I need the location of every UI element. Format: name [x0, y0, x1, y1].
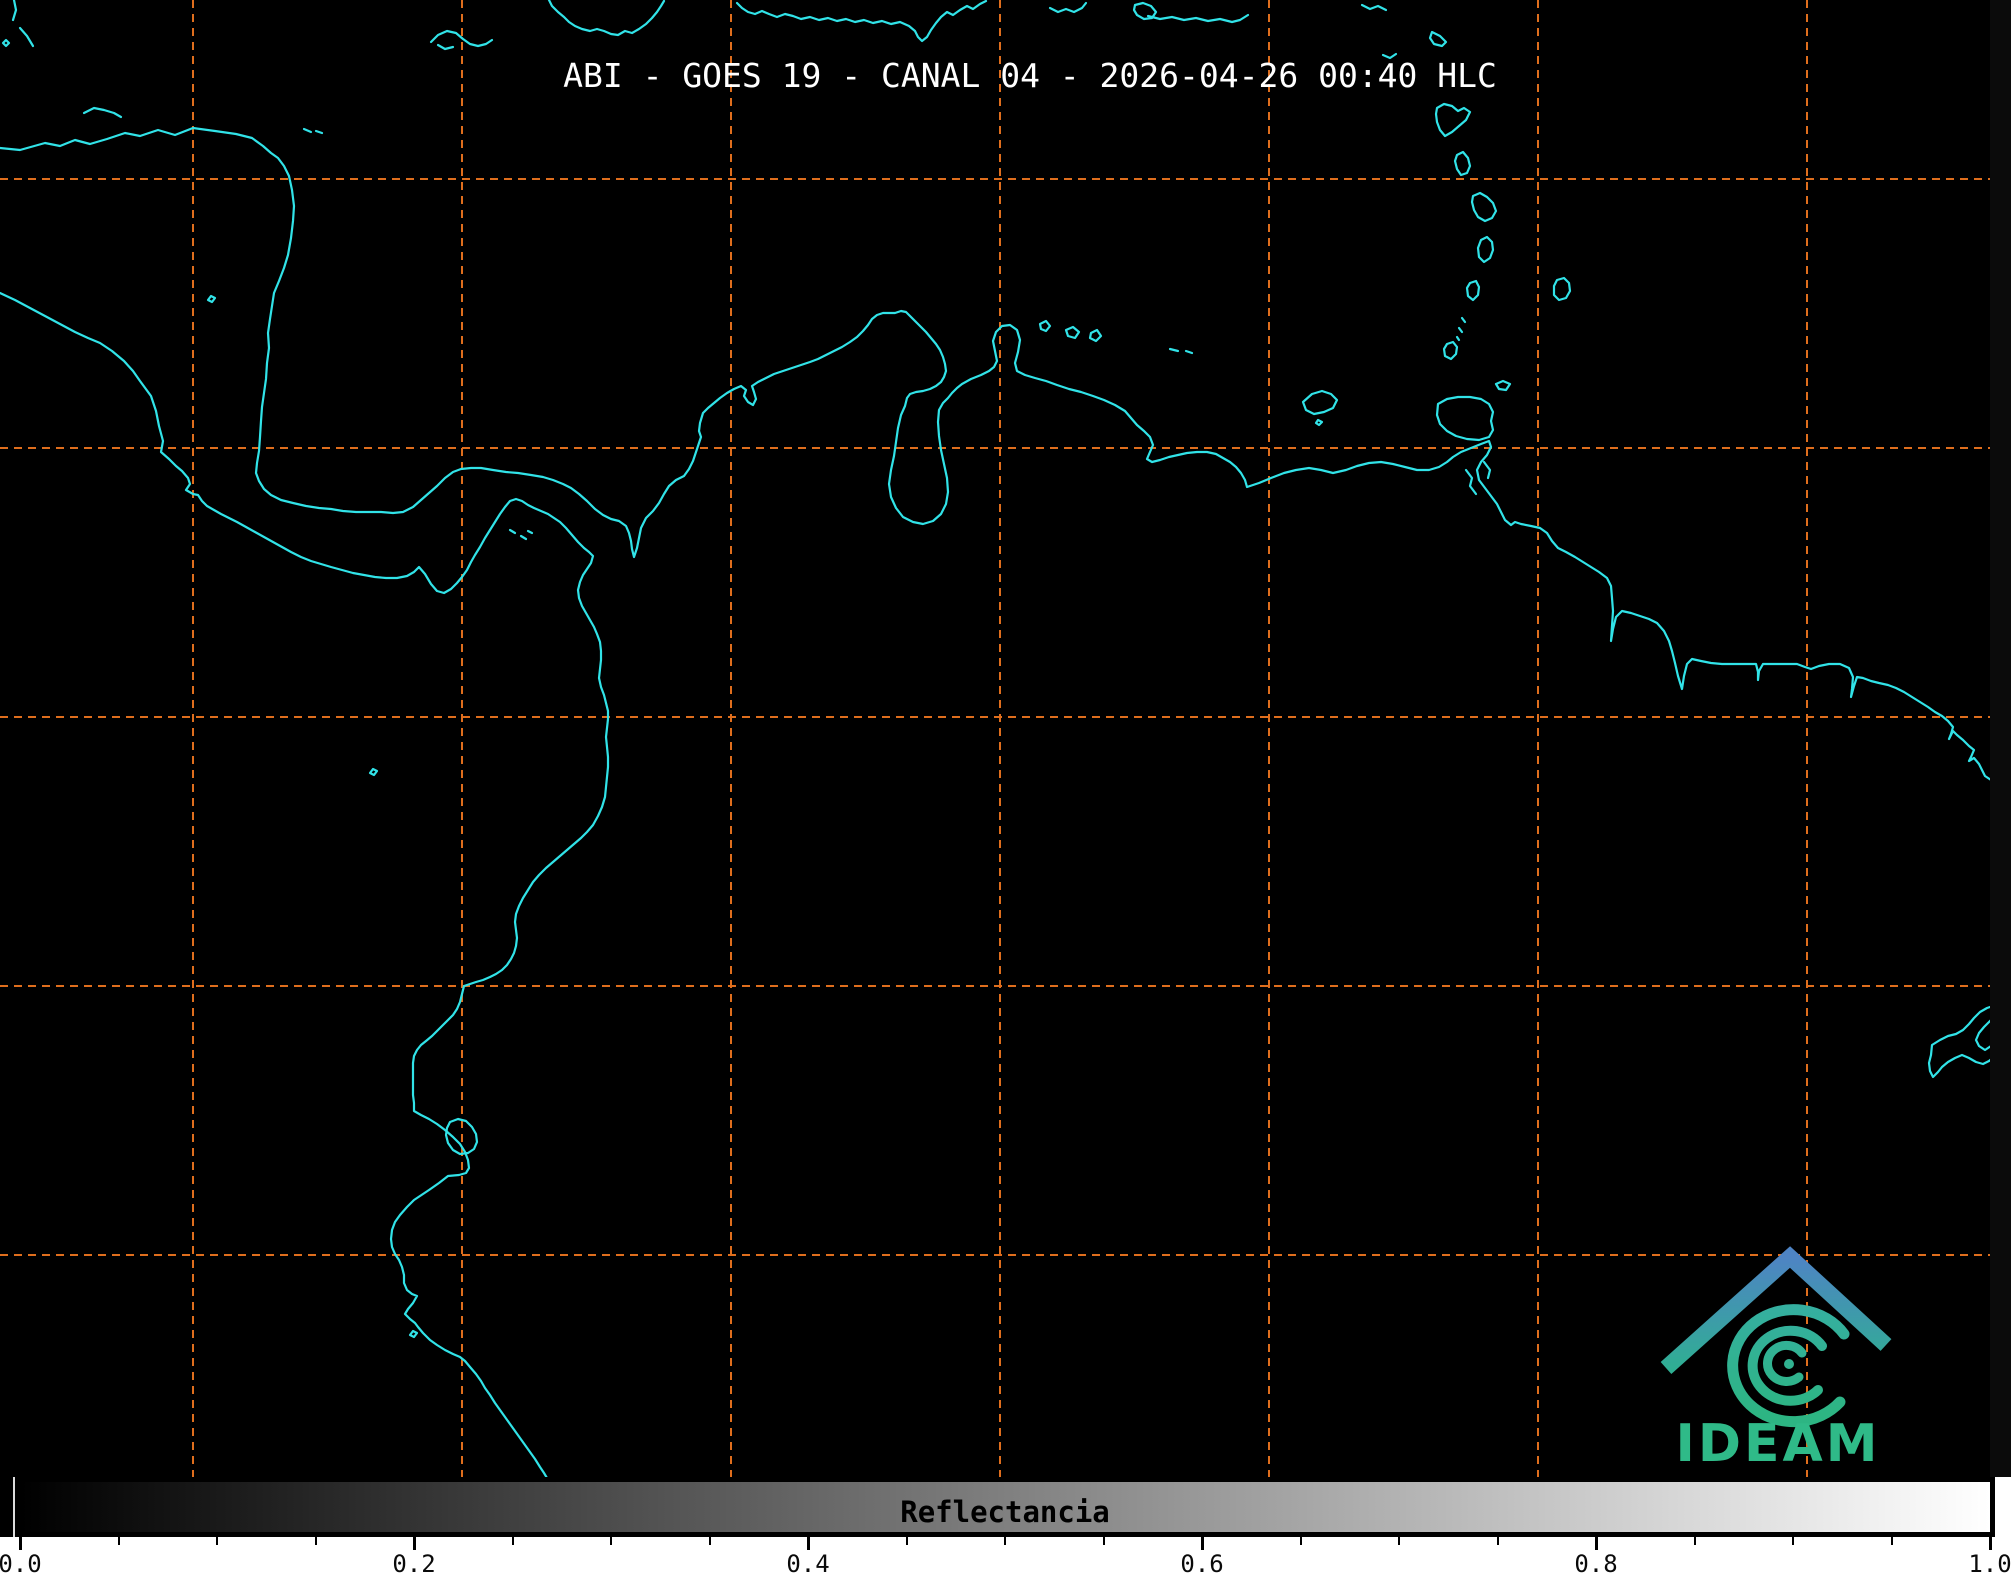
ideam-logo	[1660, 1246, 1892, 1428]
colorbar-tick-label: 0.4	[786, 1550, 830, 1577]
colorbar-tick-label: 0.6	[1180, 1550, 1224, 1577]
colorbar-tick	[610, 1535, 612, 1545]
colorbar-tick	[1595, 1535, 1598, 1550]
colorbar-tick	[1201, 1535, 1204, 1550]
colorbar-tick	[216, 1535, 218, 1545]
colorbar-tick-label: 0.8	[1574, 1550, 1618, 1577]
colorbar-tick	[314, 1535, 317, 1545]
colorbar-tick	[905, 1535, 908, 1545]
ideam-spiral-icon	[1727, 1304, 1850, 1428]
colorbar-tick	[1792, 1535, 1794, 1545]
ideam-logo-text: IDEAM	[1675, 1414, 1881, 1474]
colorbar-tick	[511, 1535, 514, 1545]
colorbar-tick	[807, 1535, 810, 1550]
colorbar-tick	[1693, 1535, 1696, 1545]
colorbar-tick	[117, 1535, 120, 1545]
satellite-map: ABI - GOES 19 - CANAL 04 - 2026-04-26 00…	[0, 0, 2011, 1477]
colorbar-tick	[413, 1535, 416, 1550]
colorbar-gradient: Reflectancia	[15, 1477, 1995, 1537]
colorbar-tick-label: 0.0	[0, 1550, 42, 1577]
colorbar-tick	[19, 1535, 22, 1550]
colorbar-tick	[1299, 1535, 1302, 1545]
colorbar-label: Reflectancia	[900, 1495, 1110, 1529]
colorbar-tick	[1398, 1535, 1400, 1545]
colorbar-tick	[1890, 1535, 1893, 1545]
colorbar-tick	[1102, 1535, 1105, 1545]
colorbar-tick	[1496, 1535, 1499, 1545]
figure-root: ABI - GOES 19 - CANAL 04 - 2026-04-26 00…	[0, 0, 2011, 1577]
colorbar-tick-label: 1.0	[1968, 1550, 2011, 1577]
colorbar-tick	[708, 1535, 711, 1545]
colorbar-tick-label: 0.2	[392, 1550, 436, 1577]
colorbar-tick	[1004, 1535, 1006, 1545]
colorbar-tick	[1989, 1535, 1992, 1550]
